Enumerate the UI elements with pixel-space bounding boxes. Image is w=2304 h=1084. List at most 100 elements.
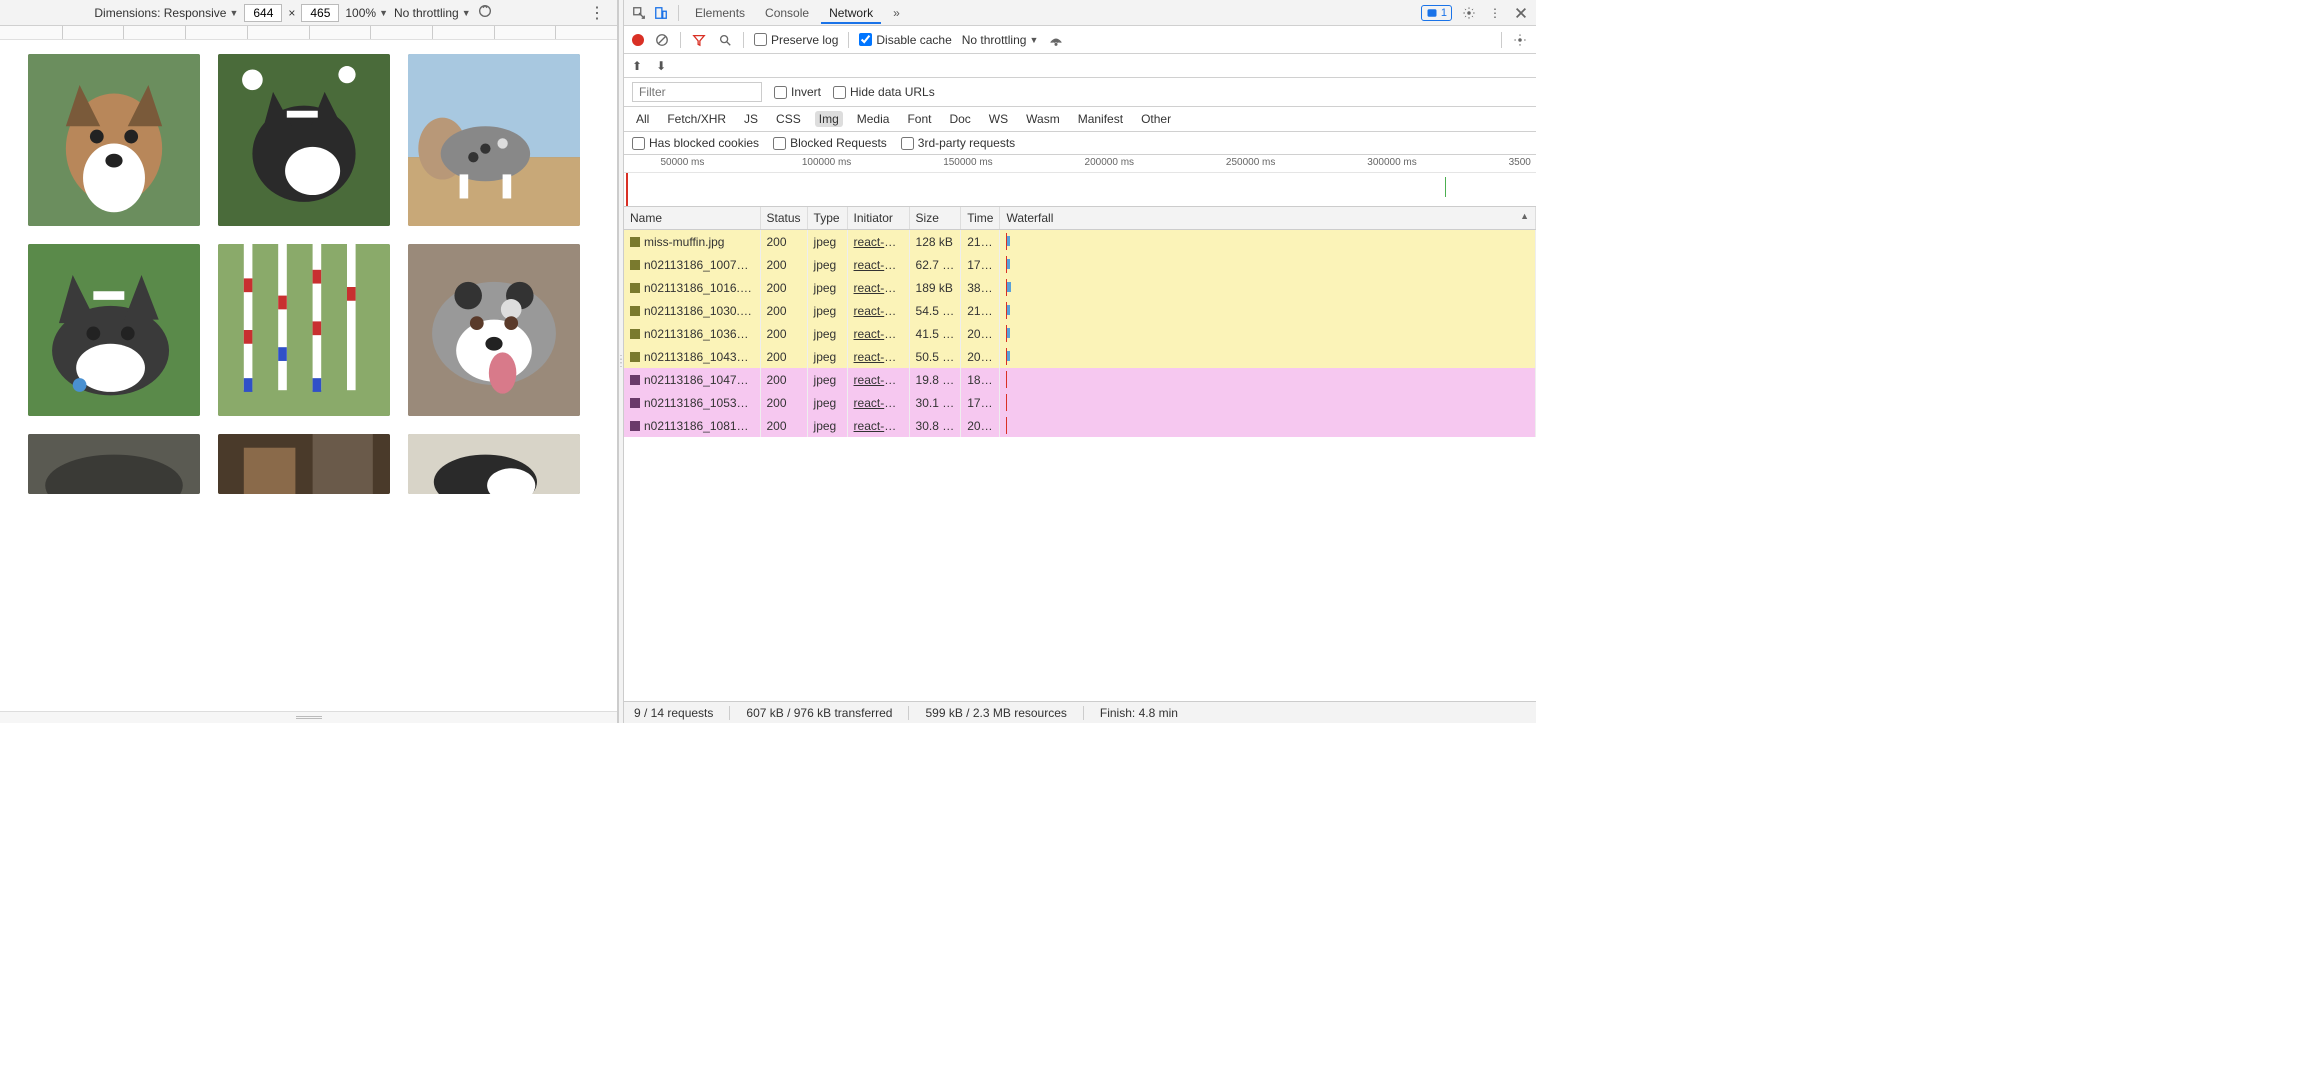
cell-time: 17… — [961, 391, 1000, 414]
issues-badge[interactable]: 1 — [1421, 5, 1452, 21]
table-row[interactable]: n02113186_10535.jpg200jpegreact-dom…30.1… — [624, 391, 1536, 414]
type-filter-js[interactable]: JS — [740, 111, 762, 127]
cell-type: jpeg — [807, 368, 847, 391]
tab-more[interactable]: » — [885, 2, 908, 24]
grid-image[interactable] — [28, 434, 200, 494]
grid-image[interactable] — [28, 244, 200, 416]
col-time[interactable]: Time — [961, 207, 1000, 230]
type-filter-all[interactable]: All — [632, 111, 653, 127]
type-filter-media[interactable]: Media — [853, 111, 894, 127]
ruler — [0, 26, 617, 40]
height-input[interactable] — [301, 4, 339, 22]
export-har-icon[interactable]: ⬇ — [656, 59, 666, 73]
timeline-tick: 3500 — [1509, 157, 1531, 168]
inspect-icon[interactable] — [630, 4, 648, 22]
device-toggle-icon[interactable] — [652, 4, 670, 22]
col-initiator[interactable]: Initiator — [847, 207, 909, 230]
network-conditions-icon[interactable] — [1048, 32, 1064, 48]
cell-initiator[interactable]: react-dom… — [847, 391, 909, 414]
grid-image[interactable] — [408, 434, 580, 494]
type-filter-ws[interactable]: WS — [985, 111, 1012, 127]
import-har-icon[interactable]: ⬆ — [632, 59, 642, 73]
zoom-dropdown[interactable]: 100% ▼ — [345, 6, 388, 20]
type-filter-doc[interactable]: Doc — [945, 111, 974, 127]
timeline-tick: 200000 ms — [1085, 157, 1134, 168]
tab-network[interactable]: Network — [821, 2, 881, 24]
cell-type: jpeg — [807, 414, 847, 437]
hide-data-urls-checkbox[interactable]: Hide data URLs — [833, 85, 935, 99]
tab-elements[interactable]: Elements — [687, 2, 753, 24]
cell-initiator[interactable]: react-dom… — [847, 276, 909, 299]
cell-initiator[interactable]: react-dom… — [847, 230, 909, 254]
cell-type: jpeg — [807, 253, 847, 276]
record-icon[interactable] — [632, 34, 644, 46]
type-filter-manifest[interactable]: Manifest — [1074, 111, 1127, 127]
cell-size: 19.8 … — [909, 368, 961, 391]
tab-console[interactable]: Console — [757, 2, 817, 24]
grid-image[interactable] — [408, 54, 580, 226]
cell-initiator[interactable]: react-dom… — [847, 299, 909, 322]
throttling-dropdown[interactable]: No throttling ▼ — [394, 6, 471, 20]
cell-waterfall — [1000, 414, 1536, 437]
cell-initiator[interactable]: react-dom… — [847, 253, 909, 276]
grid-image[interactable] — [218, 244, 390, 416]
cell-initiator[interactable]: react-dom… — [847, 345, 909, 368]
filter-icon[interactable] — [691, 32, 707, 48]
cell-initiator[interactable]: react-dom… — [847, 368, 909, 391]
cell-size: 62.7 … — [909, 253, 961, 276]
issues-count: 1 — [1441, 7, 1447, 19]
table-row[interactable]: n02113186_1030.jpg200jpegreact-dom…54.5 … — [624, 299, 1536, 322]
col-status[interactable]: Status — [760, 207, 807, 230]
type-filter-font[interactable]: Font — [903, 111, 935, 127]
type-filter-wasm[interactable]: Wasm — [1022, 111, 1064, 127]
network-settings-icon[interactable] — [1512, 32, 1528, 48]
cell-status: 200 — [760, 368, 807, 391]
settings-icon[interactable] — [1460, 4, 1478, 22]
cell-waterfall — [1000, 299, 1536, 322]
cell-initiator[interactable]: react-dom… — [847, 322, 909, 345]
table-row[interactable]: n02113186_10816.jpg200jpegreact-dom…30.8… — [624, 414, 1536, 437]
cell-name: n02113186_10361.jpg — [624, 322, 760, 345]
invert-checkbox[interactable]: Invert — [774, 85, 821, 99]
col-size[interactable]: Size — [909, 207, 961, 230]
type-filter-css[interactable]: CSS — [772, 111, 805, 127]
table-row[interactable]: n02113186_1016.jpg200jpegreact-dom…189 k… — [624, 276, 1536, 299]
grid-image[interactable] — [28, 54, 200, 226]
col-waterfall[interactable]: Waterfall▲ — [1000, 207, 1536, 230]
dimensions-dropdown[interactable]: Dimensions: Responsive ▼ — [94, 6, 238, 20]
table-row[interactable]: n02113186_10431.jpg200jpegreact-dom…50.5… — [624, 345, 1536, 368]
more-options-icon[interactable]: ⋮ — [585, 3, 609, 23]
file-icon — [630, 306, 640, 316]
grid-image[interactable] — [408, 244, 580, 416]
col-name[interactable]: Name — [624, 207, 760, 230]
blocked-cookies-checkbox[interactable]: Has blocked cookies — [632, 136, 759, 150]
grid-image[interactable] — [218, 434, 390, 494]
search-icon[interactable] — [717, 32, 733, 48]
table-row[interactable]: miss-muffin.jpg200jpegreact-dom…128 kB21… — [624, 230, 1536, 254]
more-icon[interactable]: ⋮ — [1486, 4, 1504, 22]
preserve-log-checkbox[interactable]: Preserve log — [754, 33, 838, 47]
viewport[interactable] — [0, 40, 617, 711]
width-input[interactable] — [244, 4, 282, 22]
filter-input[interactable] — [632, 82, 762, 102]
disable-cache-checkbox[interactable]: Disable cache — [859, 33, 951, 47]
cell-waterfall — [1000, 253, 1536, 276]
col-type[interactable]: Type — [807, 207, 847, 230]
close-icon[interactable] — [1512, 4, 1530, 22]
network-throttling-dropdown[interactable]: No throttling ▼ — [962, 33, 1039, 47]
rotate-icon[interactable] — [477, 3, 493, 22]
grid-image[interactable] — [218, 54, 390, 226]
table-row[interactable]: n02113186_10475.jpg200jpegreact-dom…19.8… — [624, 368, 1536, 391]
resize-handle[interactable] — [0, 711, 617, 723]
cell-initiator[interactable]: react-dom… — [847, 414, 909, 437]
table-row[interactable]: n02113186_10077.jpg200jpegreact-dom…62.7… — [624, 253, 1536, 276]
clear-icon[interactable] — [654, 32, 670, 48]
blocked-requests-checkbox[interactable]: Blocked Requests — [773, 136, 887, 150]
third-party-checkbox[interactable]: 3rd-party requests — [901, 136, 1015, 150]
type-filter-fetchxhr[interactable]: Fetch/XHR — [663, 111, 730, 127]
type-filter-img[interactable]: Img — [815, 111, 843, 127]
timeline-overview[interactable]: 50000 ms100000 ms150000 ms200000 ms25000… — [624, 155, 1536, 207]
table-row[interactable]: n02113186_10361.jpg200jpegreact-dom…41.5… — [624, 322, 1536, 345]
devtools-tabs: Elements Console Network » 1 ⋮ — [624, 0, 1536, 26]
type-filter-other[interactable]: Other — [1137, 111, 1175, 127]
